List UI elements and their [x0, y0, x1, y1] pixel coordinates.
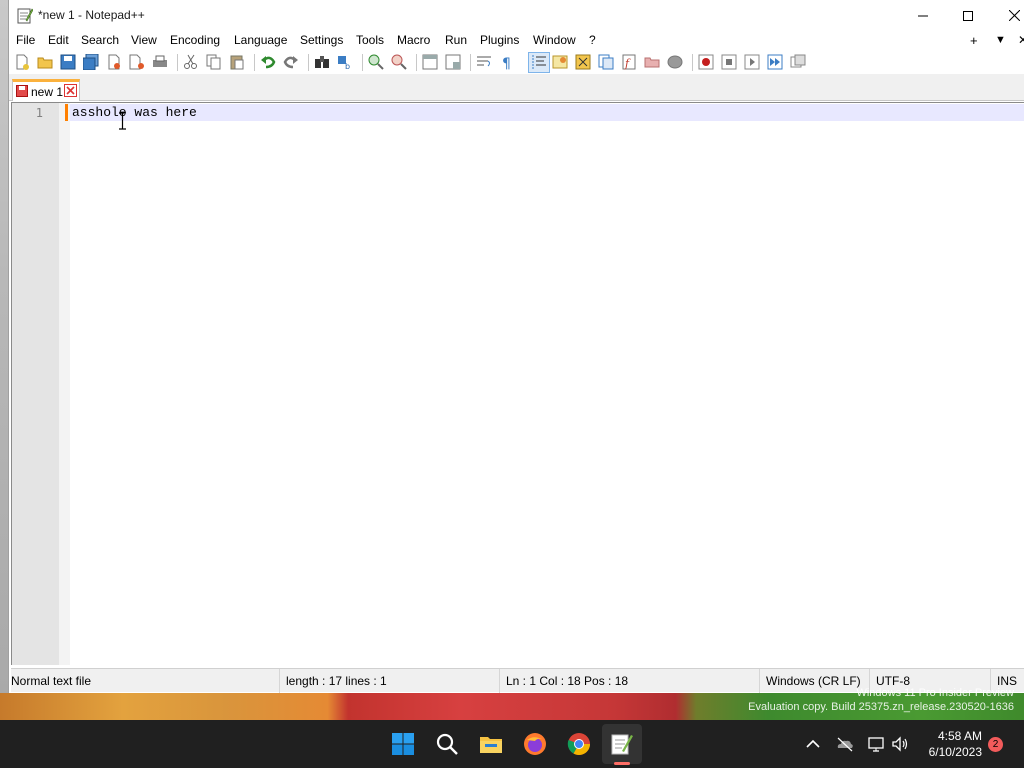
new-tab-button[interactable]: + — [970, 33, 978, 48]
find-icon[interactable] — [314, 54, 330, 70]
svg-text:b: b — [345, 62, 350, 70]
tab-label: new 1 — [31, 85, 64, 99]
toolbar: b ¶ f — [9, 51, 1024, 74]
status-length-lines: length : 17 lines : 1 — [279, 669, 499, 693]
notepadpp-taskbar-icon[interactable] — [610, 732, 634, 756]
start-icon[interactable] — [391, 732, 415, 756]
current-line-highlight — [70, 104, 1024, 121]
menu-run[interactable]: Run — [445, 33, 467, 47]
file-explorer-icon[interactable] — [479, 732, 503, 756]
unsaved-file-icon — [16, 85, 28, 97]
print-icon[interactable] — [152, 54, 168, 70]
zoom-in-icon[interactable] — [368, 54, 384, 70]
sync-v-icon[interactable] — [422, 54, 438, 70]
save-all-icon[interactable] — [83, 54, 99, 70]
network-icon[interactable] — [867, 735, 885, 753]
redo-icon[interactable] — [283, 54, 299, 70]
menu-help[interactable]: ? — [589, 33, 596, 47]
menu-bar: File Edit Search View Encoding Language … — [9, 31, 1024, 51]
close-icon[interactable] — [106, 54, 122, 70]
clock-date: 6/10/2023 — [928, 745, 982, 759]
new-file-icon[interactable] — [14, 54, 30, 70]
editor-area[interactable]: 1 asshole was here — [11, 102, 1024, 665]
menu-settings[interactable]: Settings — [300, 33, 343, 47]
close-tab-button[interactable]: ✕ — [1018, 33, 1024, 47]
function-list-icon[interactable]: f — [621, 54, 637, 70]
paste-icon[interactable] — [229, 54, 245, 70]
show-all-chars-icon[interactable]: ¶ — [499, 54, 515, 70]
udl-icon[interactable] — [552, 54, 568, 70]
menu-window[interactable]: Window — [533, 33, 576, 47]
text-cursor-icon — [119, 112, 126, 130]
open-file-icon[interactable] — [37, 54, 53, 70]
save-icon[interactable] — [60, 54, 76, 70]
volume-icon[interactable] — [891, 735, 909, 753]
monitoring-icon[interactable] — [667, 54, 683, 70]
status-file-type: Normal text file — [11, 674, 92, 688]
stop-macro-icon[interactable] — [721, 54, 737, 70]
active-app-indicator — [614, 762, 630, 765]
indent-guide-icon[interactable] — [531, 54, 547, 70]
menu-encoding[interactable]: Encoding — [170, 33, 220, 47]
play-macro-icon[interactable] — [744, 54, 760, 70]
svg-text:¶: ¶ — [502, 56, 511, 70]
status-eol[interactable]: Windows (CR LF) — [759, 669, 869, 693]
maximize-button[interactable] — [945, 0, 991, 31]
status-position: Ln : 1 Col : 18 Pos : 18 — [499, 669, 759, 693]
menu-language[interactable]: Language — [234, 33, 287, 47]
clock-time: 4:58 AM — [937, 729, 982, 743]
close-icon — [1008, 10, 1020, 21]
menu-view[interactable]: View — [131, 33, 157, 47]
notification-badge[interactable]: 2 — [988, 737, 1003, 752]
tab-list-button[interactable]: ▼ — [995, 34, 1006, 46]
close-all-icon[interactable] — [129, 54, 145, 70]
run-macro-multi-icon[interactable] — [767, 54, 783, 70]
close-window-button[interactable] — [991, 0, 1024, 31]
minimize-icon — [918, 15, 928, 16]
line-number: 1 — [35, 106, 43, 120]
watermark-edition: Windows 11 Pro Insider Preview — [856, 687, 1014, 699]
watermark-build: Evaluation copy. Build 25375.zn_release.… — [748, 701, 1014, 713]
firefox-icon[interactable] — [523, 732, 547, 756]
save-macro-icon[interactable] — [790, 54, 806, 70]
menu-edit[interactable]: Edit — [48, 33, 69, 47]
maximize-icon — [963, 10, 973, 21]
taskbar: 4:58 AM 6/10/2023 2 — [0, 720, 1024, 768]
menu-macro[interactable]: Macro — [397, 33, 430, 47]
zoom-out-icon[interactable] — [391, 54, 407, 70]
change-history-marker — [65, 104, 68, 121]
search-icon[interactable] — [435, 732, 459, 756]
notepadpp-window: *new 1 - Notepad++ File Edit Search View… — [8, 0, 1024, 693]
menu-tools[interactable]: Tools — [356, 33, 384, 47]
menu-search[interactable]: Search — [81, 33, 119, 47]
record-macro-icon[interactable] — [698, 54, 714, 70]
folder-workspace-icon[interactable] — [644, 54, 660, 70]
system-clock[interactable]: 4:58 AM 6/10/2023 — [920, 728, 982, 760]
onedrive-icon[interactable] — [836, 735, 854, 753]
menu-file[interactable]: File — [16, 33, 35, 47]
fold-margin — [59, 103, 70, 665]
copy-icon[interactable] — [206, 54, 222, 70]
doc-list-icon[interactable] — [598, 54, 614, 70]
tab-new-1[interactable]: new 1 — [12, 79, 80, 101]
editor-text-line[interactable]: asshole was here — [72, 105, 197, 120]
doc-map-icon[interactable] — [575, 54, 591, 70]
menu-plugins[interactable]: Plugins — [480, 33, 519, 47]
word-wrap-icon[interactable] — [476, 54, 492, 70]
sync-h-icon[interactable] — [445, 54, 461, 70]
minimize-button[interactable] — [900, 0, 946, 31]
undo-icon[interactable] — [260, 54, 276, 70]
window-title: *new 1 - Notepad++ — [38, 8, 145, 22]
tab-strip: new 1 — [9, 74, 1024, 101]
notepadpp-app-icon — [17, 8, 33, 24]
cut-icon[interactable] — [183, 54, 199, 70]
replace-icon[interactable]: b — [337, 54, 353, 70]
tab-close-icon[interactable] — [64, 84, 77, 97]
chrome-icon[interactable] — [567, 732, 591, 756]
title-bar[interactable]: *new 1 - Notepad++ — [9, 0, 1024, 31]
chevron-up-icon[interactable] — [804, 735, 822, 753]
